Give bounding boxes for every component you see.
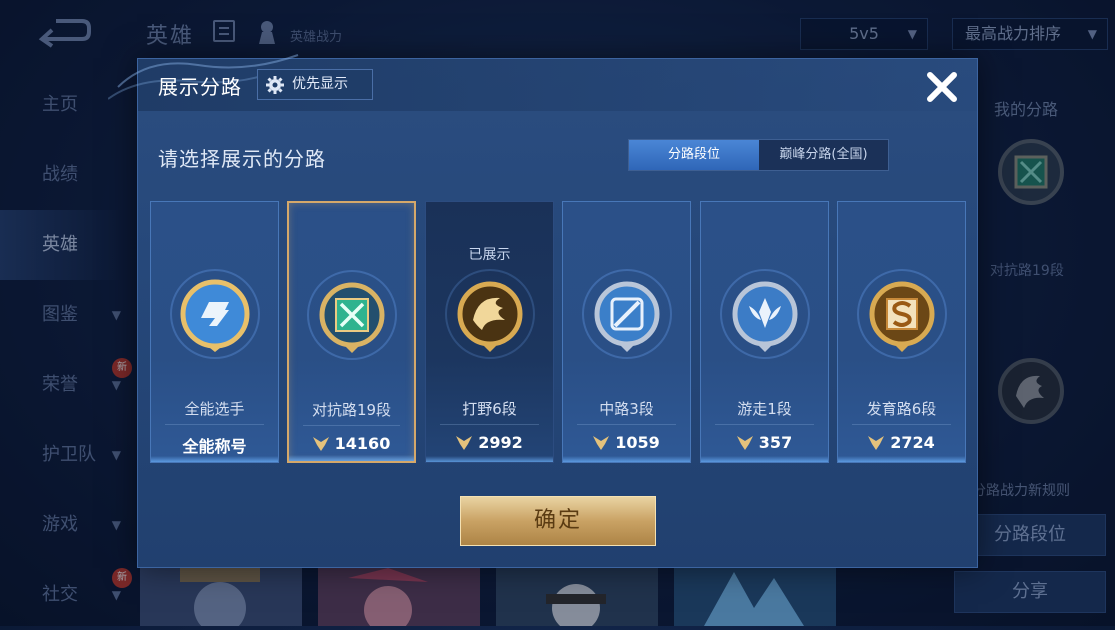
- lane-power-value: 14160: [334, 434, 391, 453]
- card-divider: [165, 424, 264, 425]
- shown-tag: 已展示: [468, 247, 511, 263]
- lane-card-jungle[interactable]: 已展示 打野6段 2992: [425, 201, 554, 463]
- clash-lane-medal-icon: [306, 270, 397, 360]
- gear-icon: [266, 76, 284, 94]
- lane-name: 对抗路19段: [311, 401, 392, 419]
- display-lane-dialog: 展示分路 优先显示 请选择展示的分路 分路段位 巅峰分路(全国) 全能选手 全能…: [108, 54, 978, 568]
- power-icon: [868, 436, 885, 450]
- tab-lane-rank[interactable]: 分路段位: [629, 140, 759, 170]
- power-icon: [736, 436, 753, 450]
- dialog-prompt: 请选择展示的分路: [158, 147, 326, 171]
- card-glow: [151, 456, 278, 462]
- farm-lane-medal-icon: [856, 269, 947, 359]
- mid-lane-medal-icon: [581, 269, 672, 359]
- dialog-title: 展示分路: [158, 75, 242, 99]
- lane-card-allround[interactable]: 全能选手 全能称号: [150, 201, 279, 463]
- lane-power-value: 2992: [478, 433, 523, 452]
- card-divider: [440, 424, 539, 425]
- jungle-medal-icon: [444, 269, 535, 359]
- lane-power: 2724: [838, 433, 965, 452]
- power-icon: [456, 436, 473, 450]
- lane-card-mid[interactable]: 中路3段 1059: [562, 201, 691, 463]
- card-divider: [303, 425, 400, 426]
- power-icon: [312, 437, 329, 451]
- lane-power-value: 2724: [890, 433, 935, 452]
- lane-name: 中路3段: [599, 400, 654, 418]
- allround-medal-icon: [169, 269, 260, 359]
- lane-power-value: 1059: [615, 433, 660, 452]
- lane-name: 发育路6段: [866, 400, 937, 418]
- power-icon: [593, 436, 610, 450]
- card-glow: [563, 456, 690, 462]
- lane-power-value: 全能称号: [182, 437, 247, 456]
- lane-mode-toggle: 分路段位 巅峰分路(全国): [628, 139, 889, 171]
- card-divider: [715, 424, 814, 425]
- lane-power: 14160: [289, 434, 414, 453]
- card-glow: [289, 455, 414, 461]
- card-glow: [426, 456, 553, 462]
- card-divider: [577, 424, 676, 425]
- lane-card-farm[interactable]: 发育路6段 2724: [837, 201, 966, 463]
- close-icon[interactable]: [922, 67, 962, 107]
- confirm-button[interactable]: 确定: [460, 496, 656, 546]
- priority-display-button[interactable]: 优先显示: [257, 69, 373, 100]
- dialog-header: 展示分路 优先显示: [108, 54, 977, 111]
- card-divider: [852, 424, 951, 425]
- lane-name: 打野6段: [462, 400, 517, 418]
- tab-peak-lane-national[interactable]: 巅峰分路(全国): [759, 140, 888, 170]
- card-glow: [838, 456, 965, 462]
- lane-title-value: 全能称号: [151, 433, 278, 457]
- lane-power: 357: [701, 433, 828, 452]
- lane-power: 1059: [563, 433, 690, 452]
- lane-name: 全能选手: [184, 400, 245, 418]
- lane-name: 游走1段: [737, 400, 792, 418]
- roam-medal-icon: [719, 269, 810, 359]
- priority-display-label: 优先显示: [292, 76, 348, 92]
- lane-card-clash[interactable]: 对抗路19段 14160: [287, 201, 416, 463]
- lane-card-roam[interactable]: 游走1段 357: [700, 201, 829, 463]
- lane-power: 2992: [426, 433, 553, 452]
- card-glow: [701, 456, 828, 462]
- lane-power-value: 357: [758, 433, 793, 452]
